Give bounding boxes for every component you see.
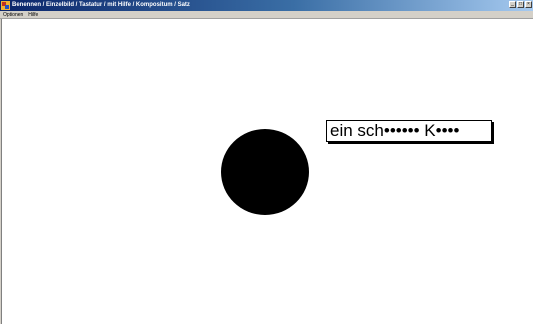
exercise-canvas: ein sch•••••• K•••• — [2, 19, 533, 324]
menu-bar: Optionen Hilfe — [0, 11, 533, 19]
app-window: Benennen / Einzelbild / Tastatur / mit H… — [0, 0, 533, 324]
menu-optionen[interactable]: Optionen — [1, 11, 25, 19]
minimize-button[interactable]: _ — [509, 1, 516, 8]
window-controls: _ □ × — [508, 1, 532, 8]
close-button[interactable]: × — [525, 1, 532, 8]
app-icon[interactable] — [1, 1, 10, 10]
sentence-answer-field[interactable]: ein sch•••••• K•••• — [326, 120, 492, 142]
maximize-button[interactable]: □ — [517, 1, 524, 8]
title-bar[interactable]: Benennen / Einzelbild / Tastatur / mit H… — [0, 0, 533, 11]
menu-hilfe[interactable]: Hilfe — [26, 11, 40, 19]
window-title: Benennen / Einzelbild / Tastatur / mit H… — [12, 2, 190, 8]
picture-circle — [221, 129, 309, 215]
